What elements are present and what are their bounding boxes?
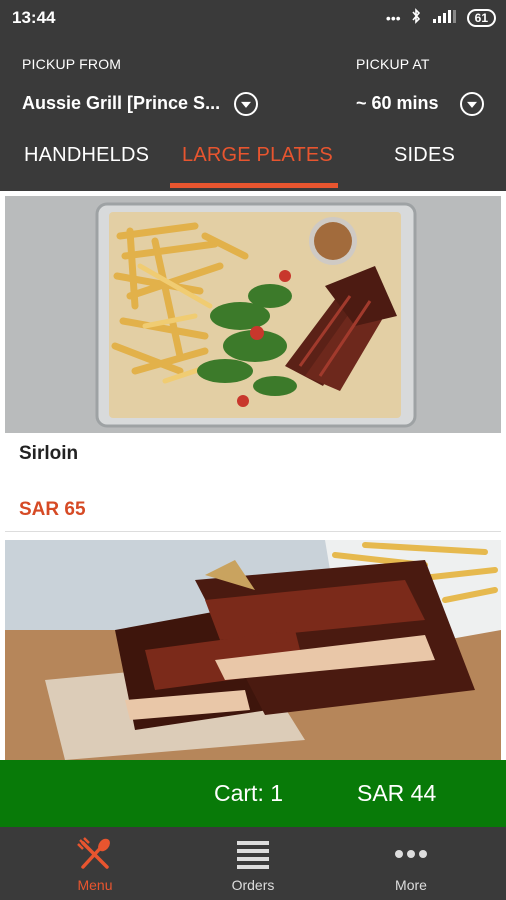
pickup-from-label: PICKUP FROM	[22, 56, 122, 72]
status-bar: 13:44 ••• 61	[0, 0, 506, 36]
fork-knife-icon	[77, 837, 113, 871]
item-price: SAR 65	[19, 499, 86, 520]
nav-menu-label: Menu	[77, 877, 113, 893]
pickup-header: PICKUP FROM Aussie Grill [Prince S... PI…	[0, 36, 506, 191]
bottom-navigation: Menu Orders More	[0, 827, 506, 900]
list-icon	[235, 837, 271, 871]
nav-more-label: More	[395, 877, 427, 893]
tab-sides[interactable]: SIDES	[394, 144, 455, 167]
menu-list[interactable]: Sirloin SAR 65	[0, 191, 506, 760]
nav-orders-label: Orders	[231, 877, 275, 893]
bluetooth-icon	[411, 8, 421, 27]
status-time: 13:44	[12, 8, 56, 27]
tab-large-plates[interactable]: LARGE PLATES	[182, 144, 333, 167]
category-tabs: HANDHELDS LARGE PLATES SIDES	[0, 136, 506, 191]
pickup-from-value[interactable]: Aussie Grill [Prince S...	[22, 93, 220, 114]
cart-bar[interactable]: Cart: 1 SAR 44	[0, 760, 506, 827]
nav-menu[interactable]: Menu	[11, 827, 179, 900]
chevron-down-icon[interactable]	[460, 92, 484, 116]
status-icons: ••• 61	[386, 8, 496, 27]
active-tab-indicator	[170, 183, 338, 188]
pickup-at-label: PICKUP AT	[356, 56, 430, 72]
ribs-image[interactable]	[5, 540, 501, 760]
more-dots-status-icon: •••	[385, 9, 401, 26]
item-name: Sirloin	[19, 443, 79, 464]
menu-item-card[interactable]	[0, 540, 506, 760]
pickup-at-value[interactable]: ~ 60 mins	[356, 93, 439, 114]
menu-item-card[interactable]: Sirloin SAR 65	[0, 191, 506, 533]
sirloin-image[interactable]	[5, 196, 501, 433]
battery-icon: 61	[466, 8, 496, 27]
chevron-down-icon[interactable]	[234, 92, 258, 116]
nav-orders[interactable]: Orders	[169, 827, 337, 900]
more-dots-icon	[393, 837, 429, 871]
tab-handhelds[interactable]: HANDHELDS	[24, 144, 149, 167]
cart-total[interactable]: SAR 44	[357, 780, 436, 807]
cart-count[interactable]: Cart: 1	[214, 780, 283, 807]
signal-icon	[431, 8, 457, 27]
nav-more[interactable]: More	[327, 827, 495, 900]
divider	[5, 531, 501, 532]
